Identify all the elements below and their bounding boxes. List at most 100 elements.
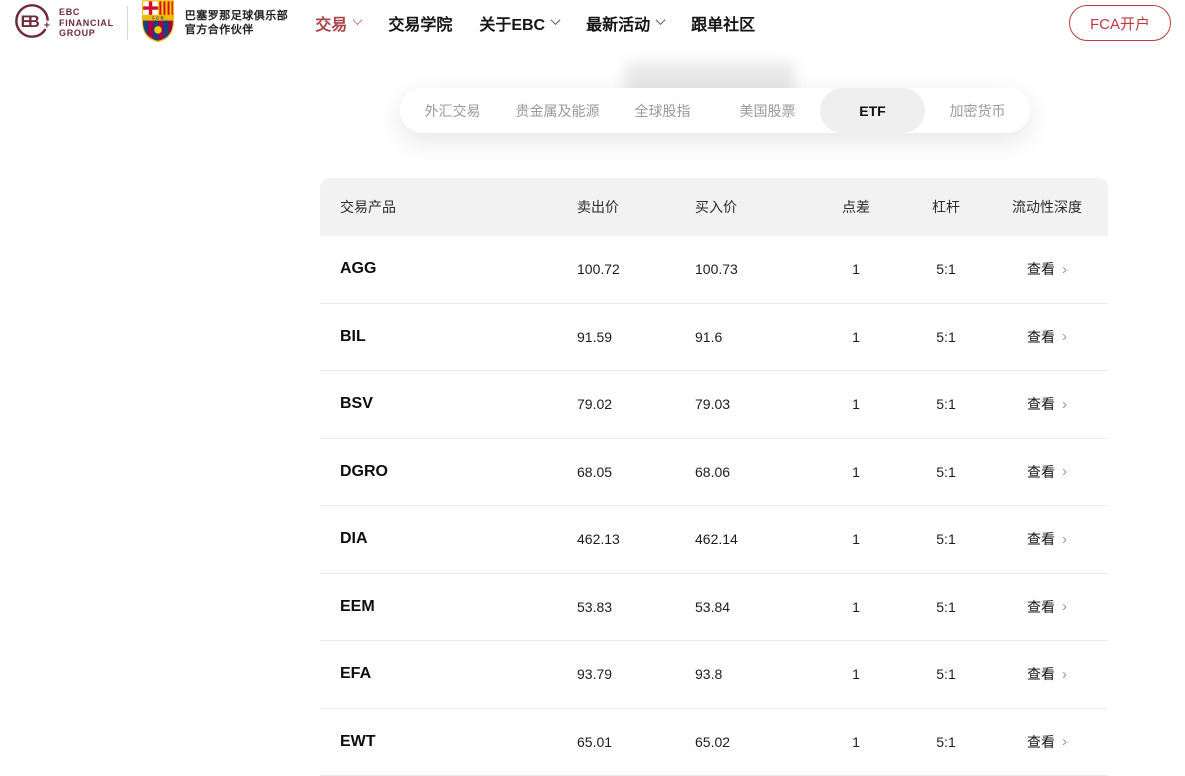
sell-price: 93.79: [577, 666, 695, 682]
table-row: EWT65.0165.0215:1查看›: [320, 709, 1108, 776]
category-tabs-area: 外汇交易 贵金属及能源 全球股指 美国股票 ETF 加密货币: [400, 88, 1030, 133]
tab-forex[interactable]: 外汇交易: [400, 88, 505, 133]
spread-value: 1: [806, 531, 906, 547]
leverage-value: 5:1: [906, 329, 986, 345]
nav-copy-trading[interactable]: 跟单社区: [691, 11, 755, 35]
spread-value: 1: [806, 396, 906, 412]
liquidity-depth-cell: 查看›: [986, 327, 1108, 347]
view-depth-link[interactable]: 查看 ›: [1027, 462, 1067, 482]
svg-text:F C B: F C B: [152, 15, 164, 20]
buy-price: 68.06: [695, 464, 806, 480]
table-header-row: 交易产品 卖出价 买入价 点差 杠杆 流动性深度: [320, 178, 1108, 236]
chevron-down-icon: [656, 15, 666, 25]
buy-price: 79.03: [695, 396, 806, 412]
sell-price: 79.02: [577, 396, 695, 412]
nav-trading[interactable]: 交易: [315, 11, 361, 35]
buy-price: 100.73: [695, 261, 806, 277]
ebc-wordmark: EBC FINANCIAL GROUP: [59, 7, 114, 39]
col-header-leverage: 杠杆: [906, 197, 986, 217]
nav-about-ebc[interactable]: 关于EBC: [479, 11, 559, 35]
nav-copy-trading-label: 跟单社区: [691, 11, 755, 35]
svg-text:EB: EB: [21, 13, 39, 31]
leverage-value: 5:1: [906, 666, 986, 682]
table-row: EEM53.8353.8415:1查看›: [320, 574, 1108, 642]
sell-price: 65.01: [577, 734, 695, 750]
table-row: BIL91.5991.615:1查看›: [320, 304, 1108, 372]
view-depth-label: 查看: [1027, 394, 1055, 414]
buy-price: 53.84: [695, 599, 806, 615]
ebc-logo[interactable]: EB + EBC FINANCIAL GROUP: [14, 2, 114, 45]
chevron-right-icon: ›: [1062, 734, 1067, 749]
col-header-liquidity-depth: 流动性深度: [986, 197, 1108, 217]
spread-value: 1: [806, 599, 906, 615]
product-symbol: EFA: [320, 665, 577, 683]
fcb-crest-icon: F C B: [141, 0, 175, 48]
nav-latest-events-label: 最新活动: [586, 11, 650, 35]
view-depth-link[interactable]: 查看›: [1027, 327, 1067, 347]
view-depth-link[interactable]: 查看 ›: [1027, 259, 1067, 279]
view-depth-link[interactable]: 查看 ›: [1027, 394, 1067, 414]
partner-line2: 官方合作伙伴: [185, 24, 254, 36]
view-depth-label: 查看: [1027, 529, 1055, 549]
chevron-right-icon: ›: [1062, 464, 1067, 479]
liquidity-depth-cell: 查看›: [986, 529, 1108, 549]
tab-global-indices[interactable]: 全球股指: [610, 88, 715, 133]
chevron-down-icon: [353, 15, 363, 25]
sell-price: 100.72: [577, 261, 695, 277]
table-row: EFA93.7993.815:1查看›: [320, 641, 1108, 709]
tab-etf[interactable]: ETF: [820, 88, 925, 133]
view-depth-label: 查看: [1027, 259, 1055, 279]
product-symbol: EWT: [320, 733, 577, 751]
col-header-sell-price: 卖出价: [577, 197, 695, 217]
nav-latest-events[interactable]: 最新活动: [586, 11, 664, 35]
product-symbol: AGG: [320, 260, 577, 278]
buy-price: 91.6: [695, 329, 806, 345]
sell-price: 53.83: [577, 599, 695, 615]
view-depth-link[interactable]: 查看›: [1027, 597, 1067, 617]
chevron-down-icon: [551, 15, 561, 25]
leverage-value: 5:1: [906, 396, 986, 412]
spread-value: 1: [806, 666, 906, 682]
table-row: BSV79.0279.0315:1查看›: [320, 371, 1108, 439]
col-header-product: 交易产品: [320, 197, 577, 217]
ebc-wordmark-line1: EBC: [59, 7, 80, 17]
view-depth-label: 查看: [1027, 732, 1055, 752]
spread-value: 1: [806, 464, 906, 480]
view-depth-link[interactable]: 查看 ›: [1027, 732, 1067, 752]
buy-price: 462.14: [695, 531, 806, 547]
svg-text:+: +: [44, 20, 50, 31]
view-depth-label: 查看: [1027, 462, 1055, 482]
tab-crypto[interactable]: 加密货币: [925, 88, 1030, 133]
chevron-right-icon: ›: [1062, 397, 1067, 412]
ebc-logo-icon: EB +: [14, 2, 52, 45]
spread-value: 1: [806, 261, 906, 277]
col-header-spread: 点差: [806, 197, 906, 217]
fca-open-account-button[interactable]: FCA开户: [1069, 5, 1171, 41]
liquidity-depth-cell: 查看 ›: [986, 462, 1108, 482]
nav-about-ebc-label: 关于EBC: [479, 11, 545, 35]
brand-divider: [127, 6, 128, 40]
tab-us-stocks[interactable]: 美国股票: [715, 88, 820, 133]
view-depth-link[interactable]: 查看›: [1027, 664, 1067, 684]
product-symbol: DGRO: [320, 463, 577, 481]
table-row: AGG100.72100.7315:1查看›: [320, 236, 1108, 304]
view-depth-link[interactable]: 查看›: [1027, 529, 1067, 549]
tab-metals-energy[interactable]: 贵金属及能源: [505, 88, 610, 133]
chevron-right-icon: ›: [1062, 262, 1067, 277]
barcelona-partner[interactable]: F C B 巴塞罗那足球俱乐部 官方合作伙伴: [141, 0, 289, 48]
sell-price: 91.59: [577, 329, 695, 345]
nav-academy[interactable]: 交易学院: [388, 11, 452, 35]
partner-text: 巴塞罗那足球俱乐部 官方合作伙伴: [185, 9, 289, 37]
liquidity-depth-cell: 查看›: [986, 664, 1108, 684]
liquidity-depth-cell: 查看 ›: [986, 394, 1108, 414]
liquidity-depth-cell: 查看 ›: [986, 732, 1108, 752]
spread-value: 1: [806, 734, 906, 750]
view-depth-label: 查看: [1027, 664, 1055, 684]
etf-products-table: 交易产品 卖出价 买入价 点差 杠杆 流动性深度 AGG100.72100.73…: [320, 178, 1108, 776]
spread-value: 1: [806, 329, 906, 345]
col-header-buy-price: 买入价: [695, 197, 806, 217]
brand-area: EB + EBC FINANCIAL GROUP: [14, 0, 288, 48]
liquidity-depth-cell: 查看›: [986, 597, 1108, 617]
liquidity-depth-cell: 查看 ›: [986, 259, 1108, 279]
product-symbol: DIA: [320, 530, 577, 548]
